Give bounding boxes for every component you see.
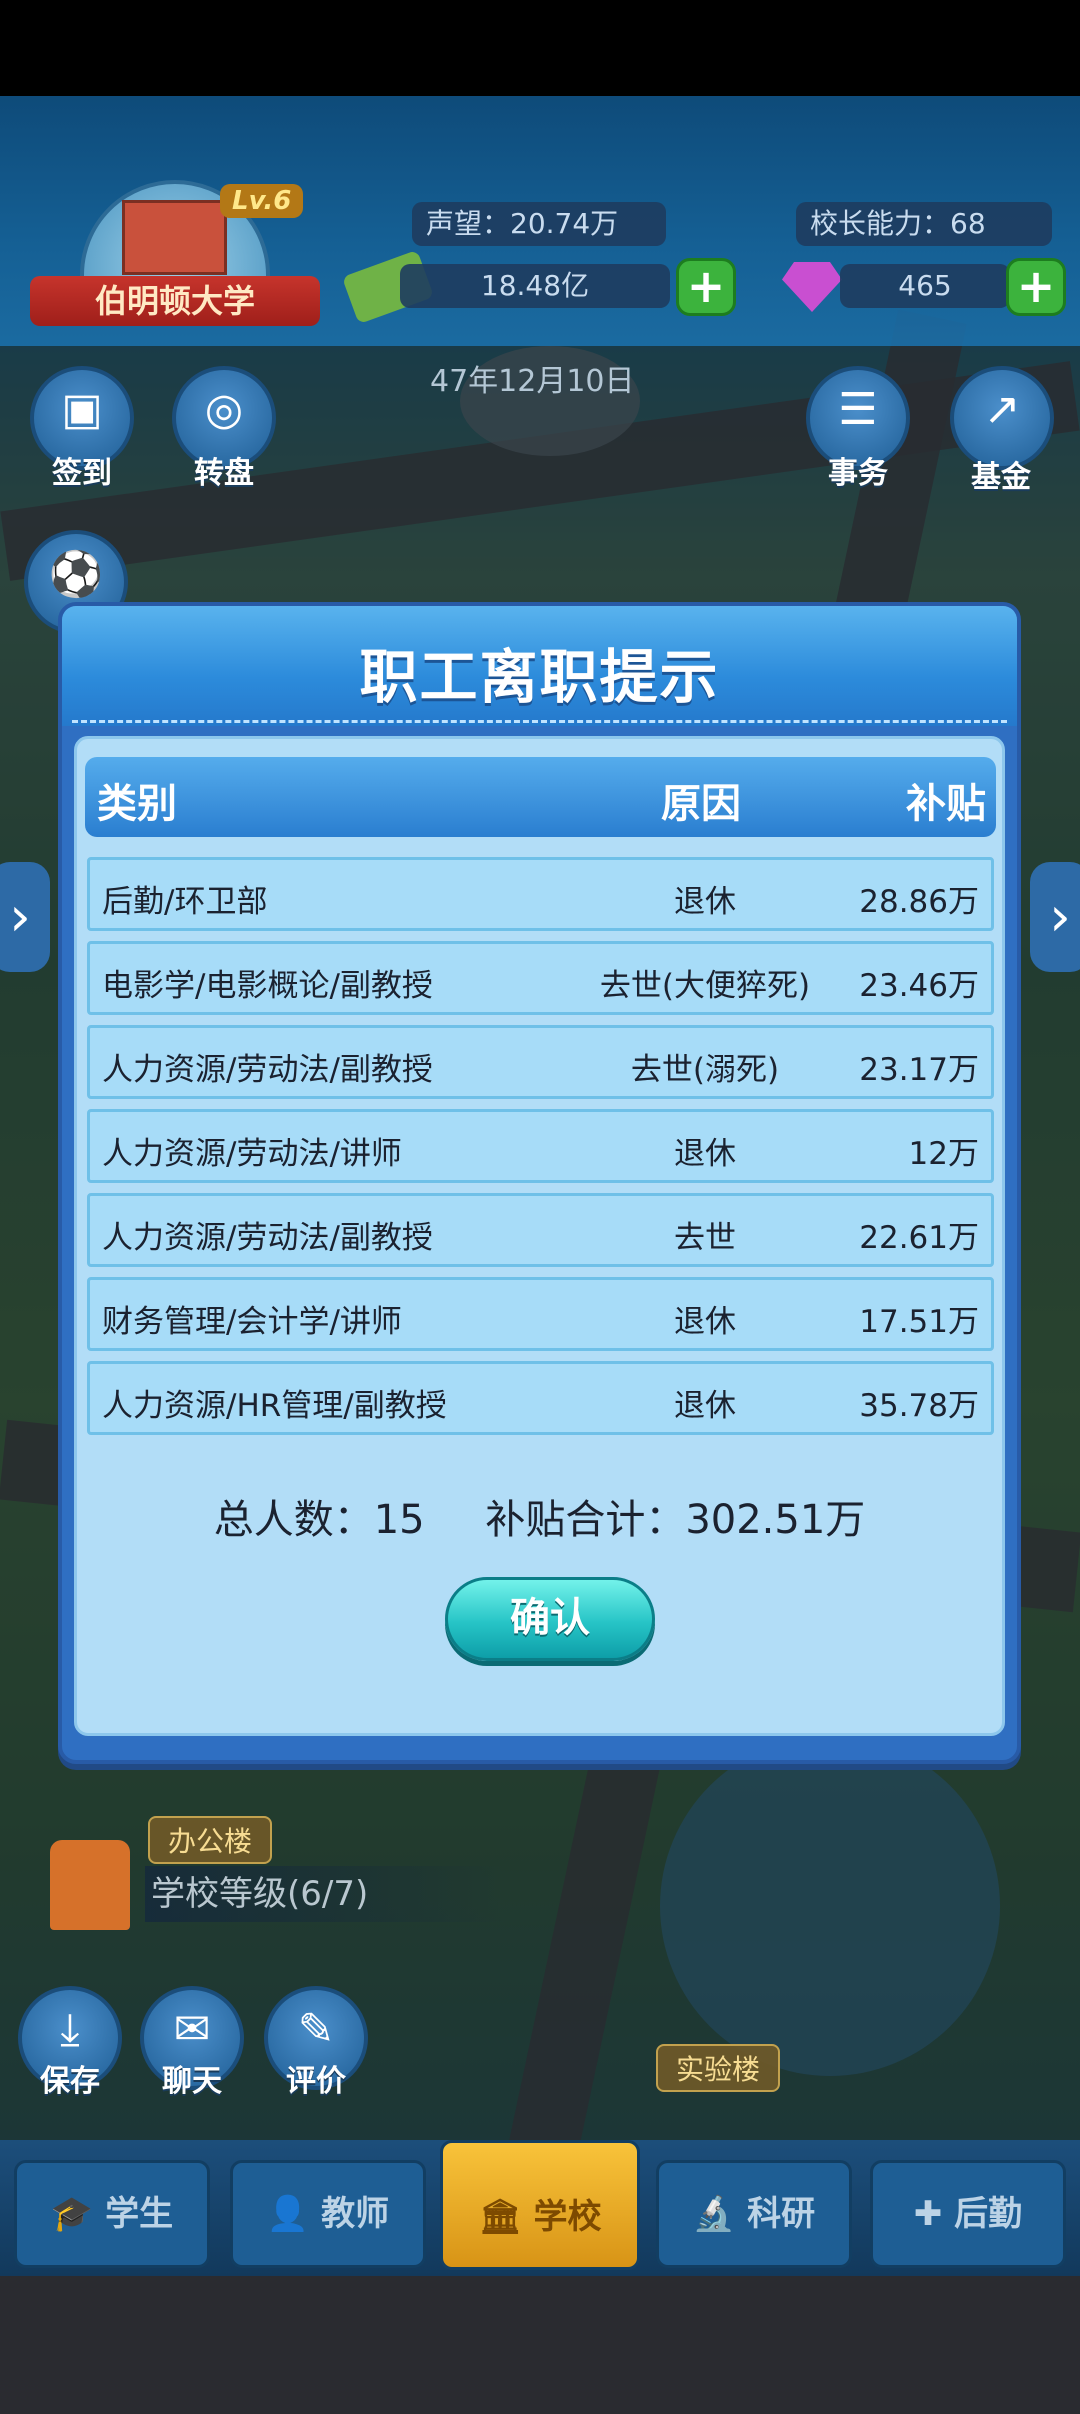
wheel-label: 转盘 (194, 456, 254, 491)
row-category: 人力资源/劳动法/副教授 (102, 1220, 433, 1256)
row-subsidy: 28.86万 (859, 884, 979, 920)
status-bar (0, 0, 1080, 96)
table-row: 财务管理/会计学/讲师 退休 17.51万 (87, 1277, 994, 1351)
edit-icon: ✎ (297, 2004, 335, 2055)
dialog-header: 职工离职提示 (62, 606, 1017, 726)
table-row: 人力资源/劳动法/副教授 去世 22.61万 (87, 1193, 994, 1267)
download-icon: ⤓ (60, 2004, 80, 2055)
col-reason: 原因 (661, 781, 741, 827)
table-row: 人力资源/劳动法/讲师 退休 12万 (87, 1109, 994, 1183)
row-subsidy: 23.46万 (859, 968, 979, 1004)
nav-teachers-label: 教师 (321, 2194, 390, 2234)
dialog-title: 职工离职提示 (359, 643, 720, 711)
nav-logistics[interactable]: ✚ 后勤 (870, 2160, 1066, 2268)
chat-label: 聊天 (162, 2064, 222, 2099)
row-category: 人力资源/HR管理/副教授 (102, 1388, 447, 1424)
row-subsidy: 23.17万 (859, 1052, 979, 1088)
row-reason: 去世(大便猝死) (599, 968, 811, 1004)
money-display: 18.48亿 (400, 264, 670, 308)
lab-building-label: 实验楼 (656, 2044, 781, 2092)
nav-research-label: 科研 (747, 2194, 816, 2234)
wheel-icon: ◎ (204, 384, 244, 435)
graduation-cap-icon: 🎓 (50, 2194, 94, 2234)
row-subsidy: 12万 (908, 1136, 979, 1172)
row-category: 电影学/电影概论/副教授 (102, 968, 433, 1004)
dialog-body: 类别 原因 补贴 后勤/环卫部 退休 28.86万 电影学/电影概论/副教授 去… (74, 736, 1005, 1736)
school-building-icon (122, 200, 227, 275)
row-reason: 去世 (674, 1220, 736, 1256)
microscope-icon: 🔬 (692, 2194, 736, 2234)
fund-label: 基金 (971, 460, 1031, 495)
confirm-button[interactable]: 确认 (445, 1577, 655, 1661)
principal-ability-display: 校长能力：68 (796, 202, 1052, 246)
total-subsidy: 补贴合计：302.51万 (485, 1497, 866, 1543)
summary: 总人数：15 补贴合计：302.51万 (77, 1487, 1002, 1545)
table-row: 人力资源/劳动法/副教授 去世(溺死) 23.17万 (87, 1025, 994, 1099)
chat-bubble-icon: ✉ (173, 2004, 211, 2055)
row-reason: 退休 (674, 1388, 736, 1424)
clipboard-icon: ☰ (838, 384, 878, 435)
row-category: 后勤/环卫部 (102, 884, 268, 920)
game-date: 47年12月10日 (430, 364, 635, 399)
table-header: 类别 原因 补贴 (85, 757, 996, 837)
nav-logistics-label: 后勤 (954, 2194, 1023, 2234)
table-row: 人力资源/HR管理/副教授 退休 35.78万 (87, 1361, 994, 1435)
save-label: 保存 (40, 2064, 100, 2099)
row-category: 人力资源/劳动法/讲师 (102, 1136, 402, 1172)
nav-students-label: 学生 (105, 2194, 174, 2234)
affairs-label: 事务 (828, 456, 888, 491)
row-subsidy: 22.61万 (859, 1220, 979, 1256)
table-row: 电影学/电影概论/副教授 去世(大便猝死) 23.46万 (87, 941, 994, 1015)
school-level-progress: 学校等级(6/7) (145, 1866, 505, 1922)
calendar-icon: ▣ (61, 384, 103, 435)
school-level-tag: Lv.6 (220, 184, 304, 218)
col-category: 类别 (97, 781, 177, 827)
nav-teachers[interactable]: 👤 教师 (230, 2160, 426, 2268)
prev-arrow-button[interactable]: › (0, 862, 50, 972)
total-count: 总人数：15 (213, 1497, 425, 1543)
add-gem-button[interactable]: + (1006, 258, 1066, 316)
chart-up-icon: ↗ (983, 384, 1021, 435)
school-name: 伯明顿大学 (30, 276, 320, 326)
building-icon: 🏛 (478, 2197, 522, 2237)
nav-students[interactable]: 🎓 学生 (14, 2160, 210, 2268)
table-row: 后勤/环卫部 退休 28.86万 (87, 857, 994, 931)
school-badge[interactable]: Lv.6 伯明顿大学 (30, 180, 320, 330)
gem-display: 465 (840, 264, 1010, 308)
next-arrow-button[interactable]: › (1030, 862, 1080, 972)
signin-label: 签到 (52, 456, 112, 491)
row-reason: 退休 (674, 1304, 736, 1340)
mailbox-icon[interactable] (50, 1840, 130, 1930)
row-reason: 退休 (674, 884, 736, 920)
row-category: 人力资源/劳动法/副教授 (102, 1052, 433, 1088)
row-category: 财务管理/会计学/讲师 (102, 1304, 402, 1340)
nav-research[interactable]: 🔬 科研 (656, 2160, 852, 2268)
football-icon: ⚽ (48, 549, 104, 600)
staff-resignation-dialog: 职工离职提示 类别 原因 补贴 后勤/环卫部 退休 28.86万 电影学/电影概… (58, 602, 1021, 1764)
row-subsidy: 17.51万 (859, 1304, 979, 1340)
first-aid-icon: ✚ (913, 2194, 943, 2234)
nav-school[interactable]: 🏛 学校 (440, 2140, 640, 2270)
col-subsidy: 补贴 (906, 781, 986, 827)
add-money-button[interactable]: + (676, 258, 736, 316)
review-label: 评价 (286, 2064, 346, 2099)
row-subsidy: 35.78万 (859, 1388, 979, 1424)
row-reason: 去世(溺死) (630, 1052, 780, 1088)
system-bottom-bar (0, 2276, 1080, 2414)
office-building-label: 办公楼 (148, 1816, 273, 1864)
nav-school-label: 学校 (533, 2197, 602, 2237)
person-icon: 👤 (266, 2194, 310, 2234)
row-reason: 退休 (674, 1136, 736, 1172)
reputation-display: 声望：20.74万 (412, 202, 666, 246)
